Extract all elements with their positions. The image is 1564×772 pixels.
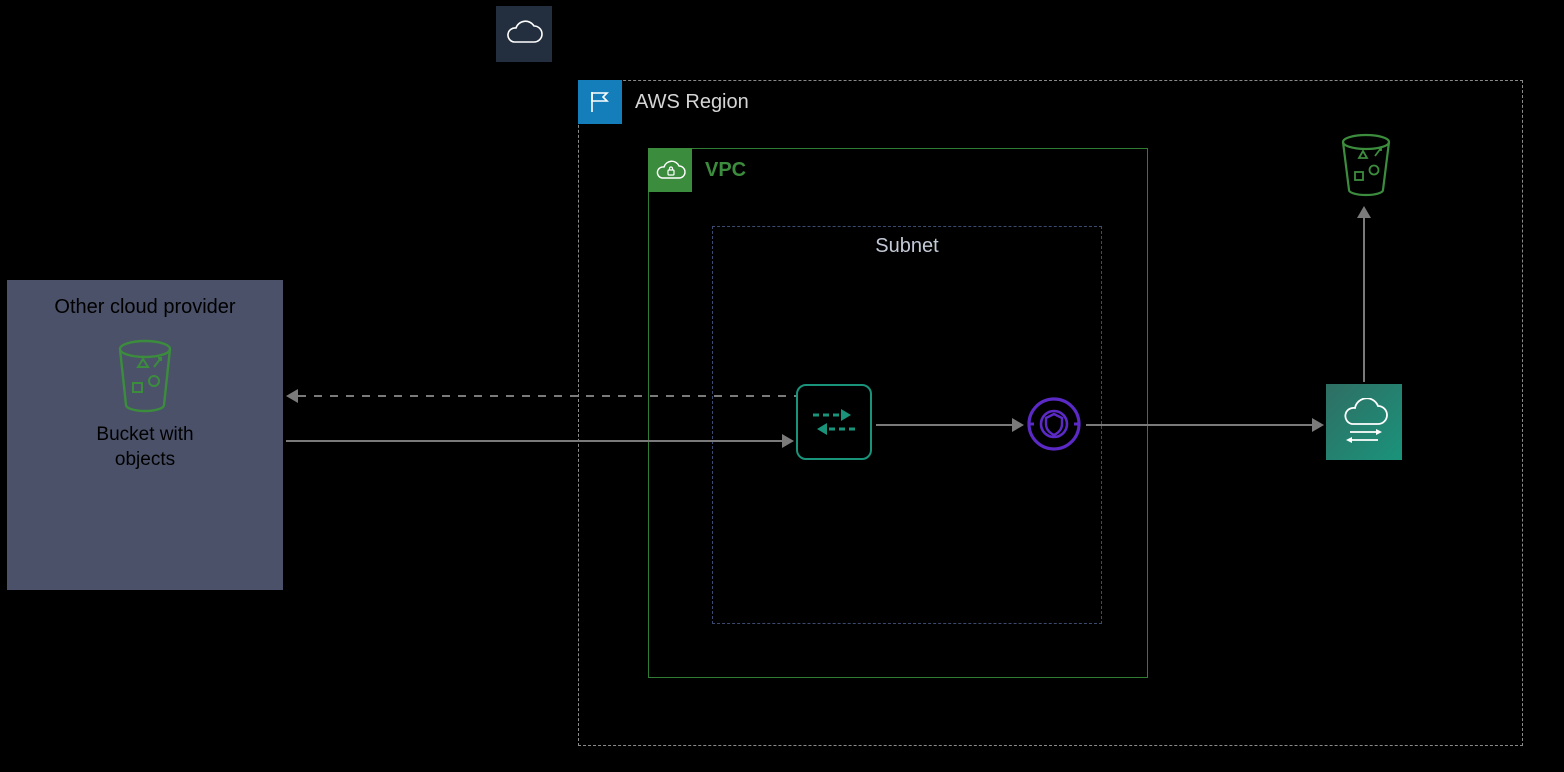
cloud-sync-icon <box>1336 398 1392 446</box>
vpc-cloud-lock-icon <box>653 158 687 182</box>
flow-dashed-left <box>298 395 796 397</box>
s3-bucket-node <box>1336 130 1396 200</box>
other-cloud-title: Other cloud provider <box>7 296 283 319</box>
subnet-label: Subnet <box>875 235 938 258</box>
bucket-label: Bucket with objects <box>7 423 283 472</box>
flow-datasync-s3 <box>1363 218 1365 382</box>
arrow-to-privatelink <box>1012 418 1024 432</box>
vpc-badge <box>648 148 692 192</box>
datasync-node <box>1326 384 1402 460</box>
cloud-icon <box>504 20 544 48</box>
aws-cloud-badge <box>496 6 552 62</box>
s3-bucket-icon <box>1337 132 1395 198</box>
region-badge <box>578 80 622 124</box>
arrow-into-gateway <box>782 434 794 448</box>
region-label: AWS Region <box>635 91 749 114</box>
arrow-to-s3 <box>1357 206 1371 218</box>
arrow-left-to-cloud <box>286 389 298 403</box>
arrow-to-datasync <box>1312 418 1324 432</box>
internet-gateway-node <box>796 384 872 460</box>
privatelink-shield-icon <box>1026 396 1082 452</box>
vpc-label: VPC <box>705 159 746 182</box>
bucket-icon <box>7 337 283 415</box>
privatelink-node <box>1026 396 1082 452</box>
flag-icon <box>587 89 613 115</box>
flow-cloud-to-gateway <box>286 440 782 442</box>
flow-gateway-privatelink <box>876 424 1014 426</box>
other-cloud-provider-box: Other cloud provider Bucket with objects <box>7 280 283 590</box>
arrows-horizontal-icon <box>807 402 861 442</box>
flow-privatelink-datasync <box>1086 424 1314 426</box>
